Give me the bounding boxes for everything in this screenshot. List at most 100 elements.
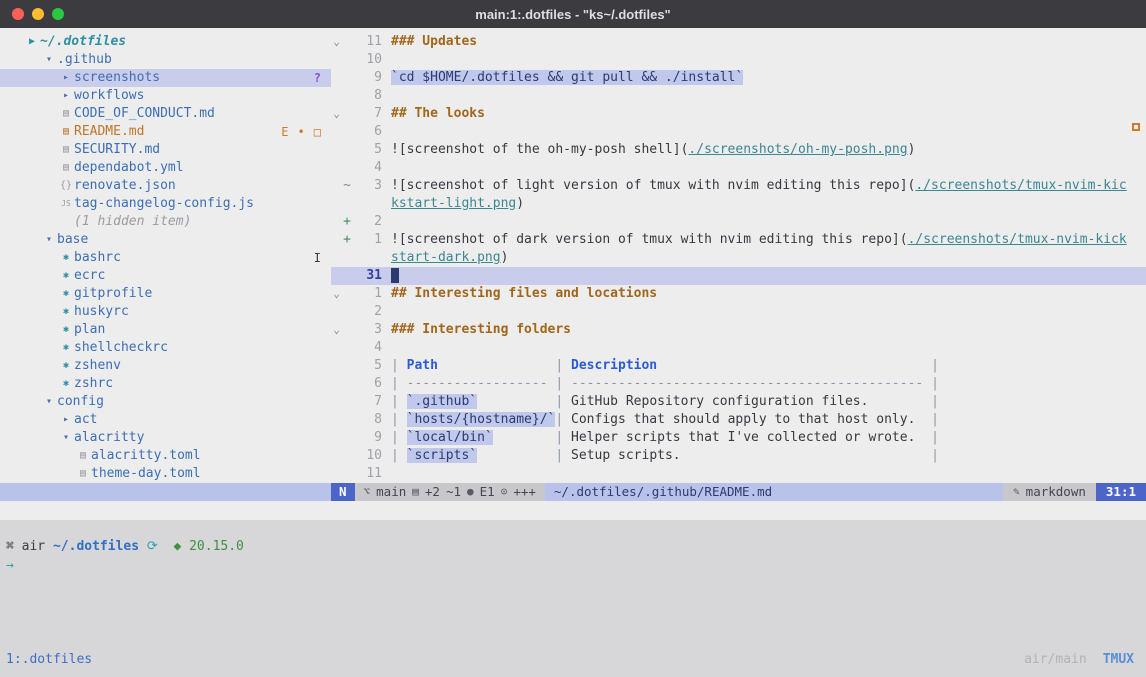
tree-item-label: zshenv	[74, 357, 121, 375]
tree-item-github[interactable]: ▾.github	[0, 51, 331, 69]
text-segment: |	[931, 394, 939, 409]
line-number: 11	[352, 465, 382, 483]
editor-line[interactable]: 8| `hosts/{hostname}/`| Configs that sho…	[331, 411, 1146, 429]
fold-column	[331, 303, 342, 321]
editor-line[interactable]: 11	[331, 465, 1146, 483]
editor-line[interactable]: 10| `scripts` | Setup scripts. |	[331, 447, 1146, 465]
text-segment: )	[516, 196, 524, 211]
zoom-button[interactable]	[52, 8, 64, 20]
editor-line[interactable]: 5![screenshot of the oh-my-posh shell](.…	[331, 141, 1146, 159]
diagnostics-count: E1	[480, 483, 495, 501]
tree-item-theme-day-toml[interactable]: ▤theme-day.toml	[0, 465, 331, 483]
editor-line[interactable]: ⌄11### Updates	[331, 33, 1146, 51]
editor-line[interactable]: 5| Path | Description |	[331, 357, 1146, 375]
editor-line[interactable]: 4	[331, 339, 1146, 357]
editor-line[interactable]: 6| ------------------ | ----------------…	[331, 375, 1146, 393]
text-segment: |	[931, 430, 939, 445]
tree-item-readme-md[interactable]: ▤README.mdE•□	[0, 123, 331, 141]
folder-expanded-icon: ▾	[58, 429, 74, 447]
shell-pane[interactable]: ⌘ air ~/.dotfiles ⟳ ◆ 20.15.0 →	[0, 520, 1146, 647]
tree-item-alacritty-toml[interactable]: ▤alacritty.toml	[0, 447, 331, 465]
fold-column	[331, 231, 342, 249]
tree-item-bashrc[interactable]: ✱bashrcI	[0, 249, 331, 267]
fold-column	[331, 213, 342, 231]
text-segment: ![screenshot of the oh-my-posh shell](	[391, 142, 688, 157]
fold-open-icon[interactable]: ⌄	[331, 105, 342, 123]
editor-line[interactable]: kstart-light.png)	[331, 195, 1146, 213]
tree-item-1-hidden-item[interactable]: (1 hidden item)	[0, 213, 331, 231]
tree-item-ecrc[interactable]: ✱ecrc	[0, 267, 331, 285]
editor-line[interactable]: start-dark.png)	[331, 249, 1146, 267]
tree-item-screenshots[interactable]: ▸screenshots?	[0, 69, 331, 87]
editor-line[interactable]: 9| `local/bin` | Helper scripts that I'v…	[331, 429, 1146, 447]
editor-line[interactable]: 4	[331, 159, 1146, 177]
tmux-window-tab[interactable]: 1:.dotfiles	[6, 652, 92, 667]
text-segment: |	[555, 412, 571, 427]
sign-column	[342, 69, 352, 87]
tree-item-zshrc[interactable]: ✱zshrc	[0, 375, 331, 393]
tree-item-plan[interactable]: ✱plan	[0, 321, 331, 339]
tree-item-dotfiles[interactable]: ▶~/.dotfiles	[0, 33, 331, 51]
tree-item-zshenv[interactable]: ✱zshenv	[0, 357, 331, 375]
status-mark: I	[314, 249, 321, 267]
editor-line[interactable]: 9`cd $HOME/.dotfiles && git pull && ./in…	[331, 69, 1146, 87]
line-text	[391, 465, 1146, 483]
shell-file-icon: ✱	[58, 303, 74, 321]
tree-item-label: alacritty.toml	[91, 447, 201, 465]
editor-line[interactable]: 2	[331, 303, 1146, 321]
fold-open-icon[interactable]: ⌄	[331, 285, 342, 303]
line-number: 10	[352, 447, 382, 465]
editor-line[interactable]: 8	[331, 87, 1146, 105]
tree-item-label: alacritty	[74, 429, 144, 447]
text-segment: |	[555, 394, 571, 409]
text-segment	[438, 358, 555, 373]
js-icon: JS	[58, 195, 74, 213]
tree-item-label: act	[74, 411, 97, 429]
line-text: ### Updates	[391, 33, 1146, 51]
tree-item-huskyrc[interactable]: ✱huskyrc	[0, 303, 331, 321]
editor-line[interactable]: +1![screenshot of dark version of tmux w…	[331, 231, 1146, 249]
tree-item-workflows[interactable]: ▸workflows	[0, 87, 331, 105]
line-number: 2	[352, 213, 382, 231]
close-button[interactable]	[12, 8, 24, 20]
tree-item-security-md[interactable]: ▤SECURITY.md	[0, 141, 331, 159]
fold-column	[331, 249, 342, 267]
tree-item-shellcheckrc[interactable]: ✱shellcheckrc	[0, 339, 331, 357]
fold-column	[331, 375, 342, 393]
file-tree: ▶~/.dotfiles▾.github▸screenshots?▸workfl…	[0, 33, 331, 483]
tree-item-code-of-conduct-md[interactable]: ▤CODE_OF_CONDUCT.md	[0, 105, 331, 123]
editor-line[interactable]: ⌄3### Interesting folders	[331, 321, 1146, 339]
tree-item-tag-changelog-config-js[interactable]: JStag-changelog-config.js	[0, 195, 331, 213]
sign-column	[342, 285, 352, 303]
fold-open-icon[interactable]: ⌄	[331, 321, 342, 339]
sign-column	[342, 339, 352, 357]
text-segment: |	[391, 376, 407, 391]
editor-line[interactable]: 6	[331, 123, 1146, 141]
terminal-content: ▶~/.dotfiles▾.github▸screenshots?▸workfl…	[0, 28, 1146, 677]
tree-item-config[interactable]: ▾config	[0, 393, 331, 411]
fold-open-icon[interactable]: ⌄	[331, 33, 342, 51]
line-number: 4	[352, 339, 382, 357]
tree-item-alacritty[interactable]: ▾alacritty	[0, 429, 331, 447]
minimize-button[interactable]	[32, 8, 44, 20]
editor-line[interactable]: ~3![screenshot of light version of tmux …	[331, 177, 1146, 195]
tree-item-dependabot-yml[interactable]: ▤dependabot.yml	[0, 159, 331, 177]
tree-item-act[interactable]: ▸act	[0, 411, 331, 429]
text-segment: ### Interesting folders	[391, 322, 571, 337]
editor-line[interactable]: ⌄1## Interesting files and locations	[331, 285, 1146, 303]
tree-item-gitprofile[interactable]: ✱gitprofile	[0, 285, 331, 303]
editor-line[interactable]: 31	[331, 267, 1146, 285]
line-text: | ------------------ | -----------------…	[391, 375, 1146, 393]
editor-line[interactable]: 7| `.github` | GitHub Repository configu…	[331, 393, 1146, 411]
editor-line[interactable]: +2	[331, 213, 1146, 231]
editor-line[interactable]: ⌄7## The looks	[331, 105, 1146, 123]
editor-pane[interactable]: ⌄11### Updates109`cd $HOME/.dotfiles && …	[331, 28, 1146, 483]
sign-column	[342, 447, 352, 465]
line-text: start-dark.png)	[391, 249, 1146, 267]
tree-item-renovate-json[interactable]: {}renovate.json	[0, 177, 331, 195]
line-text: ![screenshot of the oh-my-posh shell](./…	[391, 141, 1146, 159]
text-segment	[868, 394, 931, 409]
tree-item-base[interactable]: ▾base	[0, 231, 331, 249]
editor-line[interactable]: 10	[331, 51, 1146, 69]
fold-column	[331, 393, 342, 411]
